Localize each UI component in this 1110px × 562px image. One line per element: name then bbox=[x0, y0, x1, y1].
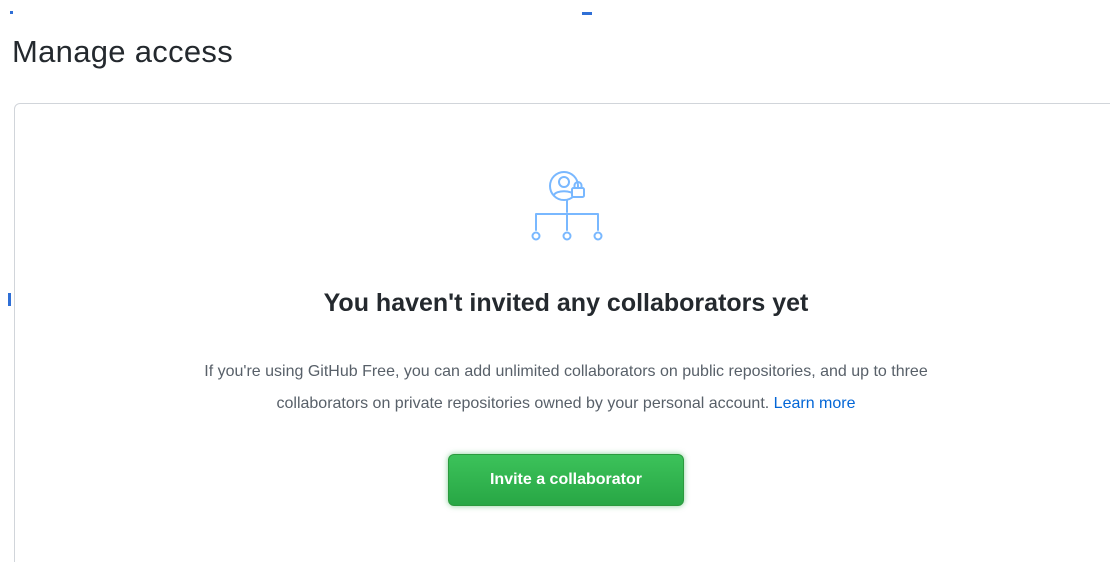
invite-collaborator-button[interactable]: Invite a collaborator bbox=[448, 454, 684, 506]
learn-more-link[interactable]: Learn more bbox=[774, 395, 856, 412]
edge-marker bbox=[10, 11, 13, 14]
manage-access-page: Manage access You haven't invited any co… bbox=[0, 0, 1110, 562]
page-title: Manage access bbox=[12, 34, 234, 69]
edge-marker bbox=[582, 12, 592, 15]
description-line-2: collaborators on private repositories ow… bbox=[276, 395, 770, 412]
empty-state-heading: You haven't invited any collaborators ye… bbox=[323, 289, 809, 317]
description-line-1: If you're using GitHub Free, you can add… bbox=[204, 363, 928, 380]
person-lock-network-icon bbox=[531, 171, 603, 241]
empty-state-description: If you're using GitHub Free, you can add… bbox=[60, 356, 1072, 420]
